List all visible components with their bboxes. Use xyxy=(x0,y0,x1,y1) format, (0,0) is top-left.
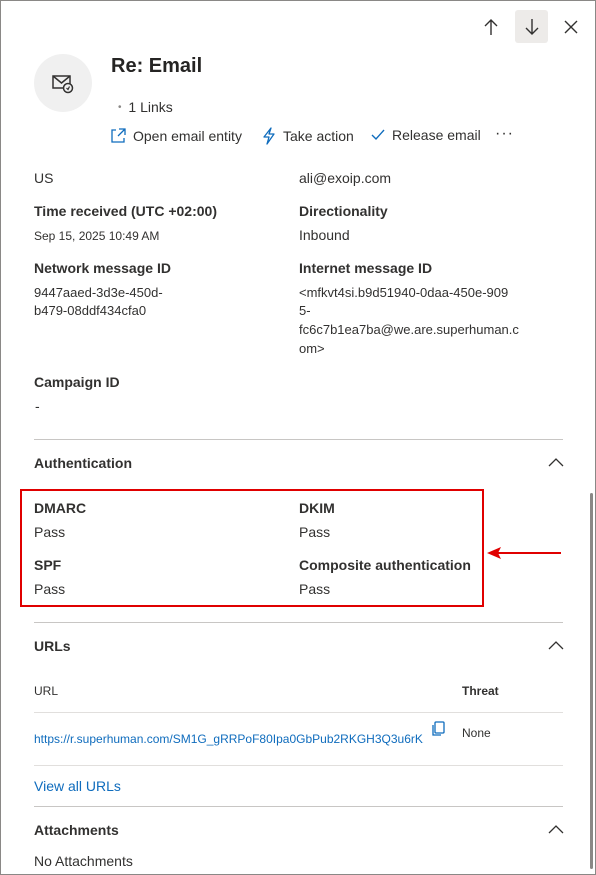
view-all-urls-link[interactable]: View all URLs xyxy=(34,778,121,794)
authentication-section-title: Authentication xyxy=(34,455,132,471)
attachments-collapse-button[interactable] xyxy=(546,820,566,838)
next-button[interactable] xyxy=(515,10,548,43)
scrollbar-thumb[interactable] xyxy=(590,493,593,869)
attachments-value: No Attachments xyxy=(34,853,133,869)
email-avatar-icon xyxy=(52,75,74,94)
highlight-box xyxy=(20,489,484,607)
campaign-id-value: - xyxy=(35,398,40,414)
internet-message-id-value-line1: <mfkvt4si.b9d51940-0daa-450e-909 xyxy=(299,285,509,300)
bullet: • xyxy=(118,102,122,113)
page-title: Re: Email xyxy=(111,55,203,77)
divider xyxy=(34,622,563,623)
divider xyxy=(34,806,563,807)
time-received-value: Sep 15, 2025 10:49 AM xyxy=(34,229,160,243)
network-message-id-value-line2: b479-08ddf434cfa0 xyxy=(34,303,147,318)
close-icon xyxy=(564,20,578,34)
avatar xyxy=(34,54,92,112)
threat-value: None xyxy=(462,726,491,740)
flyout-panel: Re: Email • 1 Links Open email entity Ta… xyxy=(0,0,596,875)
directionality-label: Directionality xyxy=(299,203,388,219)
threat-column-header: Threat xyxy=(462,684,499,698)
chevron-up-icon xyxy=(548,825,564,834)
open-email-entity-label: Open email entity xyxy=(133,128,242,144)
copy-button[interactable] xyxy=(430,720,446,738)
red-arrow-icon xyxy=(487,547,561,559)
checkmark-icon xyxy=(371,129,385,141)
time-received-label: Time received (UTC +02:00) xyxy=(34,203,217,219)
close-button[interactable] xyxy=(557,11,585,43)
attachments-section-title: Attachments xyxy=(34,822,119,838)
chevron-up-icon xyxy=(548,641,564,650)
more-icon[interactable]: ··· xyxy=(495,125,514,143)
release-email-label: Release email xyxy=(392,127,481,143)
internet-message-id-label: Internet message ID xyxy=(299,260,433,276)
campaign-id-label: Campaign ID xyxy=(34,374,120,390)
divider xyxy=(34,439,563,440)
directionality-value: Inbound xyxy=(299,227,350,243)
country-value: US xyxy=(34,170,54,186)
urls-collapse-button[interactable] xyxy=(546,636,566,654)
url-column-header: URL xyxy=(34,684,59,698)
lightning-icon xyxy=(263,127,275,145)
internet-message-id-value-line4: om> xyxy=(299,341,325,356)
network-message-id-label: Network message ID xyxy=(34,260,171,276)
table-divider xyxy=(34,765,563,766)
open-external-icon xyxy=(111,128,126,143)
take-action-button[interactable]: Take action xyxy=(261,127,354,145)
authentication-collapse-button[interactable] xyxy=(546,453,566,471)
take-action-label: Take action xyxy=(283,128,354,144)
arrow-down-icon xyxy=(525,18,538,35)
recipient-value: ali@exoip.com xyxy=(299,170,392,186)
open-email-entity-button[interactable]: Open email entity xyxy=(109,127,242,145)
arrow-up-icon xyxy=(484,19,498,35)
release-email-button[interactable]: Release email xyxy=(370,127,481,143)
table-row: https://r.superhuman.com/SM1G_gRRPoF80Ip… xyxy=(34,713,563,765)
network-message-id-value-line1: 9447aaed-3d3e-450d- xyxy=(34,285,163,300)
previous-button[interactable] xyxy=(476,11,506,43)
links-label: 1 Links xyxy=(128,99,173,115)
copy-icon xyxy=(432,721,445,736)
internet-message-id-value-line2: 5- xyxy=(299,303,311,318)
chevron-up-icon xyxy=(548,458,564,467)
urls-section-title: URLs xyxy=(34,638,71,654)
url-link[interactable]: https://r.superhuman.com/SM1G_gRRPoF80Ip… xyxy=(34,732,424,746)
links-count: • 1 Links xyxy=(118,99,173,115)
internet-message-id-value-line3: fc6c7b1ea7ba@we.are.superhuman.c xyxy=(299,322,519,337)
